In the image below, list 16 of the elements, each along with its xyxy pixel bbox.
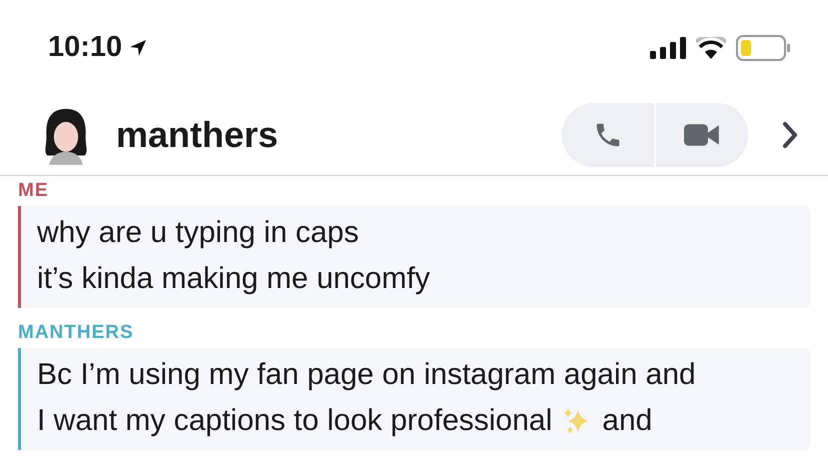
battery-icon xyxy=(736,34,790,60)
sender-label: ME xyxy=(18,180,50,202)
message-text: and xyxy=(602,403,652,439)
sender-label: MANTHERS xyxy=(18,322,135,344)
status-time: 10:10 xyxy=(48,31,122,64)
signal-icon xyxy=(650,36,686,58)
message-text: it’s kinda making me uncomfy xyxy=(37,261,430,297)
message-text: Bc I’m using my fan page on instagram again and xyxy=(37,357,696,393)
message-text: I want my captions to look professional xyxy=(37,403,552,439)
contact-name: manthers xyxy=(116,114,278,156)
chevron-right-icon xyxy=(782,121,798,149)
video-camera-icon xyxy=(684,123,720,147)
chevron-right-button[interactable] xyxy=(782,121,798,149)
message-text: why are u typing in caps xyxy=(37,215,359,251)
location-arrow-icon xyxy=(128,38,148,58)
wifi-icon xyxy=(696,36,726,58)
